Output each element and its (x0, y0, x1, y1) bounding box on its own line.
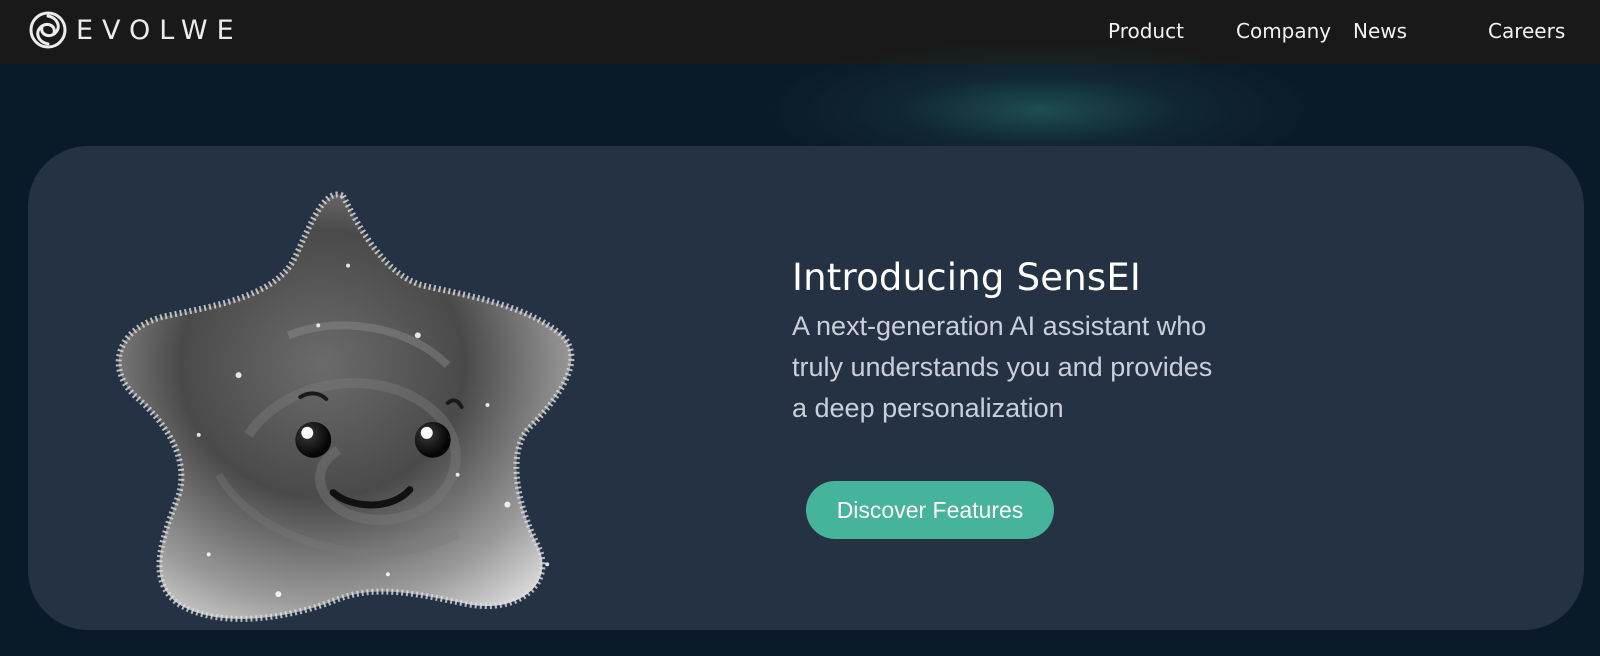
hero-text-block: Introducing SensEI A next-generation AI … (792, 254, 1352, 429)
evolwe-logo-icon (29, 11, 67, 49)
hero-card: Introducing SensEI A next-generation AI … (28, 146, 1584, 630)
nav-item-news[interactable]: News (1353, 19, 1407, 43)
nav-item-company[interactable]: Company (1236, 19, 1331, 43)
discover-features-button[interactable]: Discover Features (806, 481, 1054, 539)
hero-description: A next-generation AI assistant who truly… (792, 311, 1213, 423)
top-navbar: EVOLWE Product Company News Careers (0, 0, 1600, 64)
hero-title: Introducing SensEI (792, 256, 1142, 299)
mascot-image (115, 191, 575, 622)
brand-logo[interactable]: EVOLWE (28, 8, 243, 52)
nav-item-product[interactable]: Product (1108, 19, 1184, 43)
brand-name: EVOLWE (76, 14, 243, 46)
nav-item-careers[interactable]: Careers (1488, 19, 1565, 43)
